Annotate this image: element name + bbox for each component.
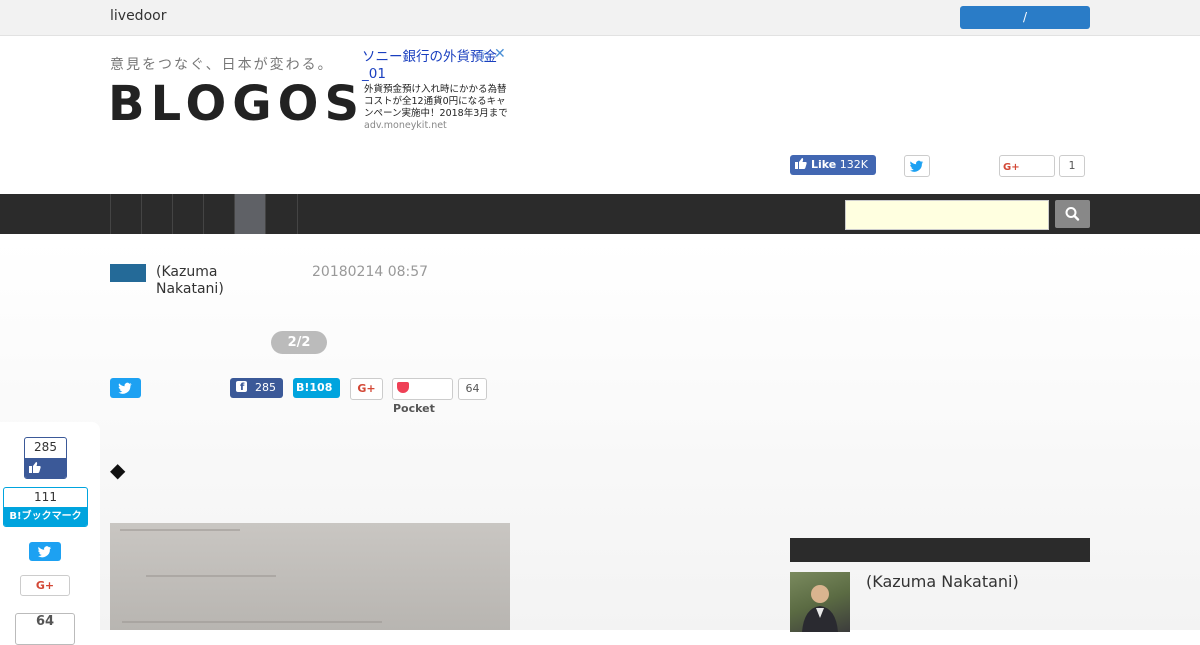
floating-hatena-button[interactable]: 111 B!ブックマーク bbox=[3, 487, 88, 527]
google-plus-count: 1 bbox=[1059, 155, 1085, 177]
thumbs-up-icon bbox=[29, 462, 41, 473]
floating-hatena-label: B!ブックマーク bbox=[4, 507, 87, 526]
article-photo bbox=[110, 523, 510, 630]
login-register-button[interactable]: / bbox=[960, 6, 1090, 29]
ad-title-suffix[interactable]: _01 bbox=[362, 66, 386, 82]
nav-item-6[interactable] bbox=[265, 194, 298, 234]
section-marker: ◆ bbox=[110, 458, 126, 482]
twitter-icon bbox=[118, 382, 132, 394]
sidebar-header-bar bbox=[790, 538, 1090, 562]
ad-info-icon[interactable]: ⓘ bbox=[478, 48, 489, 64]
svg-text:G+: G+ bbox=[1003, 162, 1020, 173]
google-plus-icon: G+ bbox=[1003, 162, 1020, 173]
nav-item-active[interactable] bbox=[234, 194, 266, 234]
floating-google-plus-button[interactable]: G+ bbox=[20, 575, 70, 596]
ad-close-icon[interactable]: ✕ bbox=[494, 46, 506, 62]
floating-twitter-button[interactable] bbox=[29, 542, 61, 561]
floating-facebook-button[interactable]: 285 bbox=[24, 437, 67, 479]
hatena-count: 108 bbox=[309, 381, 333, 394]
facebook-like-label: Like bbox=[811, 158, 837, 171]
nav-item-3[interactable] bbox=[172, 194, 204, 234]
article-date: 20180214 08:57 bbox=[312, 264, 429, 280]
floating-pocket-button[interactable]: 64 bbox=[15, 613, 75, 645]
author-avatar[interactable] bbox=[790, 572, 850, 632]
search-icon bbox=[1065, 207, 1080, 221]
pocket-label: Pocket bbox=[393, 402, 435, 415]
nav-item-4[interactable] bbox=[203, 194, 235, 234]
ad-body-text: 外貨預金預け入れ時にかかる為替コストが全12通貨0円になるキャンペーン実施中！2… bbox=[364, 84, 508, 119]
ad-body: 外貨預金預け入れ時にかかる為替コストが全12通貨0円になるキャンペーン実施中！2… bbox=[364, 84, 510, 132]
article-author[interactable]: (Kazuma Nakatani) bbox=[156, 264, 276, 298]
thumbs-up-icon bbox=[795, 155, 807, 175]
pocket-icon bbox=[397, 382, 409, 393]
header-ad[interactable]: ソニー銀行の外貨預金 _01 外貨預金預け入れ時にかかる為替コストが全12通貨0… bbox=[362, 46, 510, 136]
twitter-icon bbox=[910, 160, 924, 172]
hatena-icon: B! bbox=[296, 381, 310, 394]
search-input[interactable] bbox=[845, 200, 1049, 230]
sidebar-author-name[interactable]: (Kazuma Nakatani) bbox=[866, 572, 1019, 591]
livedoor-brand-link[interactable]: livedoor bbox=[110, 8, 166, 24]
ad-domain[interactable]: adv.moneykit.net bbox=[364, 120, 447, 131]
pocket-save-button[interactable]: Pocket bbox=[392, 378, 453, 415]
hatena-bookmark-button[interactable]: B!108 bbox=[293, 378, 340, 398]
facebook-like-button[interactable]: Like 132K bbox=[790, 155, 876, 175]
twitter-share-button[interactable] bbox=[110, 378, 141, 398]
category-badge[interactable] bbox=[110, 264, 146, 282]
search-button[interactable] bbox=[1055, 200, 1090, 228]
floating-facebook-count: 285 bbox=[34, 440, 57, 454]
nav-item-2[interactable] bbox=[141, 194, 173, 234]
pocket-count: 64 bbox=[458, 378, 487, 400]
google-plus-button[interactable]: G+ bbox=[999, 155, 1055, 177]
google-plus-share-button[interactable]: G+ bbox=[350, 378, 383, 400]
facebook-share-button[interactable]: f 285 bbox=[230, 378, 283, 398]
twitter-icon bbox=[38, 546, 52, 558]
floating-facebook-bar bbox=[25, 458, 66, 478]
blogos-logo[interactable]: BLOGOS bbox=[108, 76, 365, 132]
site-tagline: 意見をつなぐ、日本が変わる。 bbox=[110, 57, 334, 73]
facebook-icon: f bbox=[236, 381, 247, 393]
facebook-share-count: 285 bbox=[255, 381, 276, 394]
page-indicator[interactable]: 2/2 bbox=[271, 331, 327, 354]
floating-hatena-count: 111 bbox=[34, 490, 57, 504]
nav-item-1[interactable] bbox=[110, 194, 142, 234]
facebook-like-count: 132K bbox=[839, 158, 868, 171]
twitter-tweet-button[interactable] bbox=[904, 155, 930, 177]
